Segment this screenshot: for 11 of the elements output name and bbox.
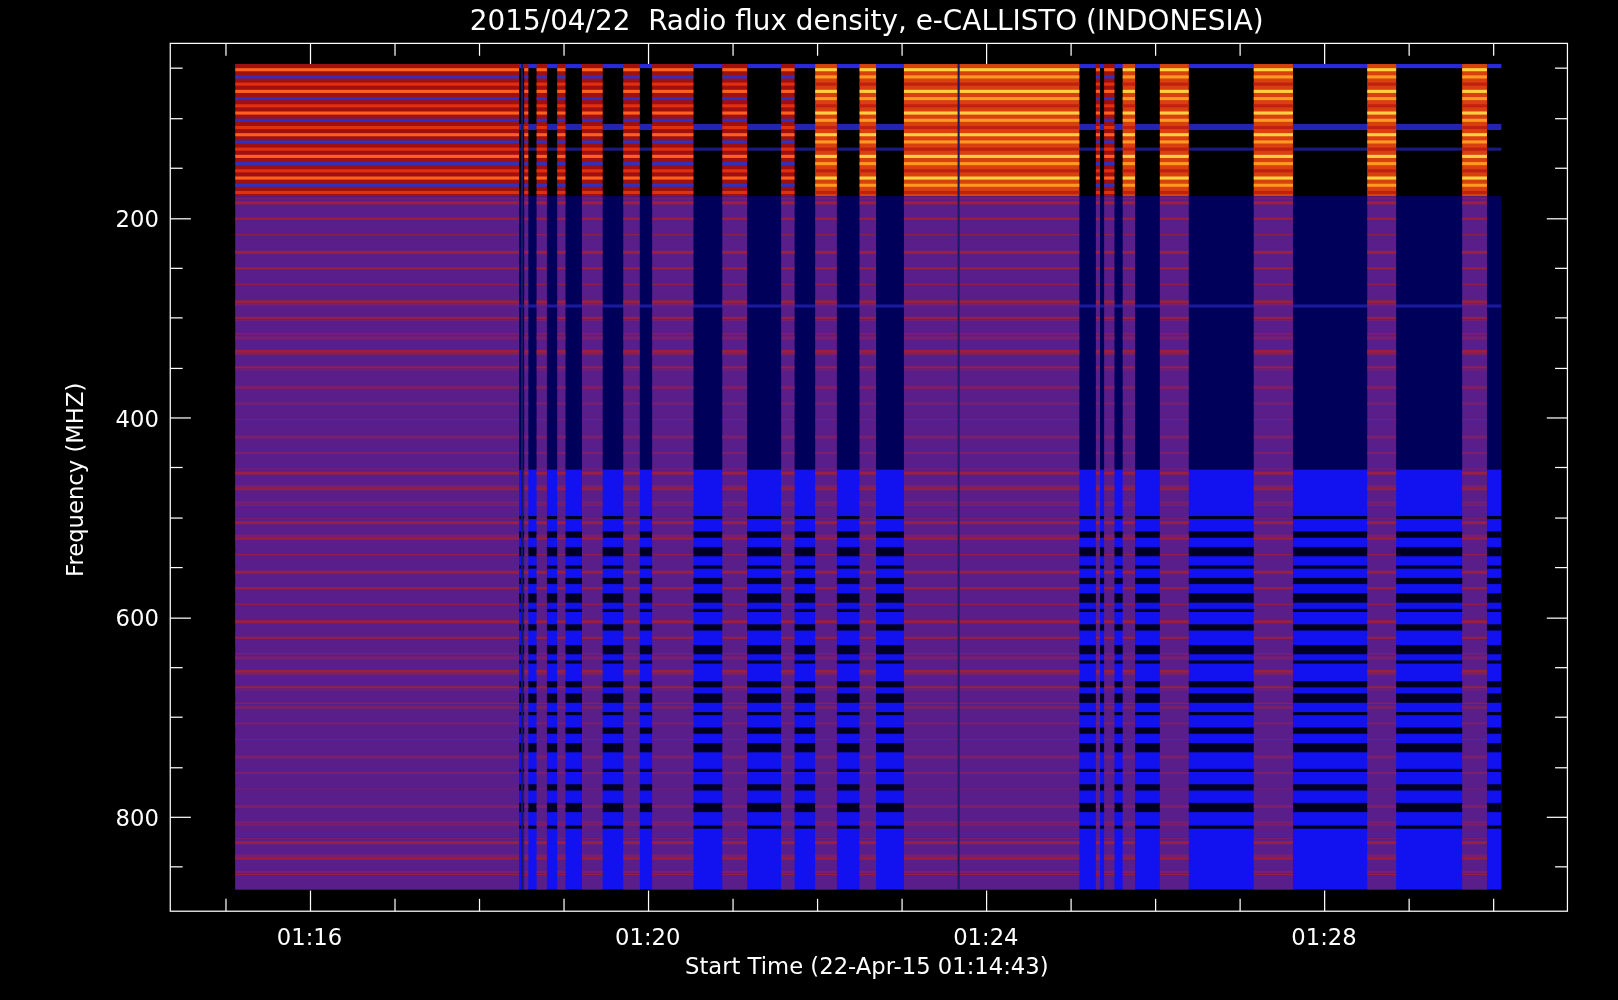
axis-label: Frequency (MHZ) — [61, 382, 88, 578]
tick-label: 800 — [115, 805, 159, 832]
tick-label: 01:16 — [276, 924, 343, 951]
tick-label: 200 — [115, 206, 159, 233]
tick-label: 01:24 — [953, 924, 1019, 951]
tick-label: 600 — [115, 605, 159, 632]
axis-label: Start Time (22-Apr-15 01:14:43) — [685, 953, 1049, 980]
tick-label: 400 — [115, 405, 159, 432]
tick-label: 01:28 — [1291, 924, 1357, 951]
chart-title: 2015/04/22 Radio flux density, e-CALLISTO (INDONESIA) — [469, 4, 1264, 37]
tick-label: 01:20 — [615, 924, 681, 951]
